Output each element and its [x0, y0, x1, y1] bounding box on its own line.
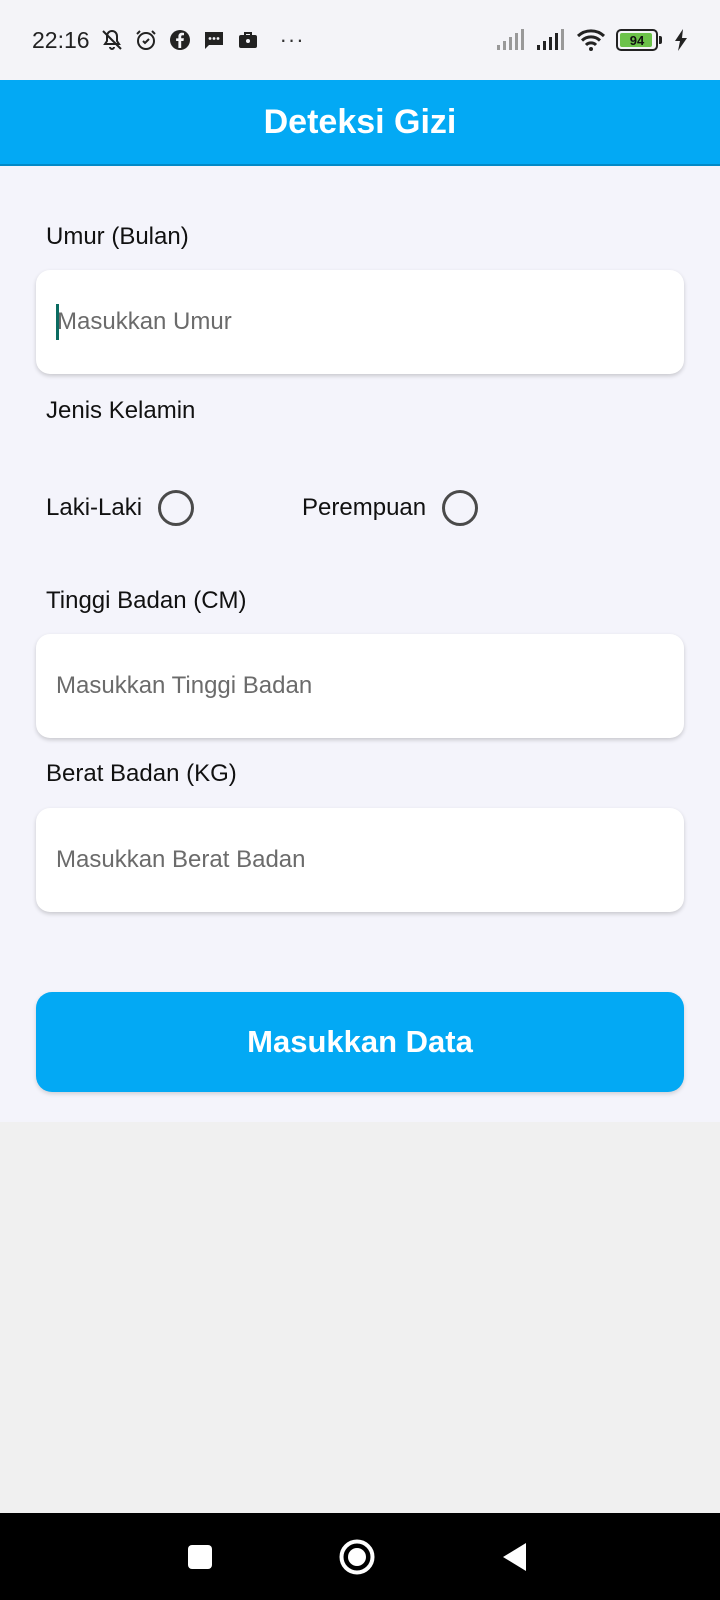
home-circle-icon[interactable]: [317, 1513, 397, 1600]
radio-label-male: Laki-Laki: [46, 494, 143, 521]
message-icon: [202, 28, 226, 52]
battery-icon: 94: [616, 29, 662, 51]
facebook-icon: [168, 28, 192, 52]
age-input[interactable]: Masukkan Umur: [36, 270, 684, 374]
back-triangle-icon[interactable]: [474, 1513, 554, 1600]
signal-weak-icon: [496, 28, 526, 52]
more-notifications-icon: ···: [279, 27, 305, 52]
radio-button-male[interactable]: [158, 490, 195, 526]
submit-button-label: Masukkan Data: [247, 1024, 473, 1059]
age-placeholder: Masukkan Umur: [57, 308, 232, 335]
submit-button[interactable]: Masukkan Data: [36, 992, 684, 1092]
battery-level: 94: [629, 32, 645, 48]
gender-label: Jenis Kelamin: [46, 397, 196, 424]
form-container: Umur (Bulan) Masukkan Umur Jenis Kelamin…: [0, 166, 720, 1122]
weight-input[interactable]: Masukkan Berat Badan: [36, 808, 684, 912]
navigation-bar: [0, 1513, 720, 1600]
recents-square-icon[interactable]: [160, 1513, 240, 1600]
briefcase-icon: [236, 28, 260, 52]
wifi-icon: [576, 28, 606, 52]
page-title: Deteksi Gizi: [263, 102, 457, 141]
radio-option-female[interactable]: Perempuan: [302, 490, 479, 526]
status-bar: 22:16 ··· 94: [0, 0, 720, 80]
alarm-icon: [134, 28, 158, 52]
radio-button-female[interactable]: [442, 490, 479, 526]
gender-radio-group: Laki-Laki Perempuan: [46, 490, 479, 526]
height-placeholder: Masukkan Tinggi Badan: [56, 672, 313, 699]
status-left: 22:16 ···: [32, 27, 305, 54]
bell-off-icon: [100, 28, 124, 52]
weight-placeholder: Masukkan Berat Badan: [56, 846, 306, 873]
weight-label: Berat Badan (KG): [46, 760, 237, 787]
signal-icon: [536, 28, 566, 52]
app-bar: Deteksi Gizi: [0, 80, 720, 166]
status-right: 94: [496, 28, 688, 52]
height-label: Tinggi Badan (CM): [46, 587, 247, 614]
charging-icon: [674, 28, 688, 52]
age-label: Umur (Bulan): [46, 223, 189, 250]
height-input[interactable]: Masukkan Tinggi Badan: [36, 634, 684, 738]
status-time: 22:16: [32, 26, 90, 53]
radio-option-male[interactable]: Laki-Laki: [46, 490, 195, 526]
radio-label-female: Perempuan: [302, 494, 427, 521]
